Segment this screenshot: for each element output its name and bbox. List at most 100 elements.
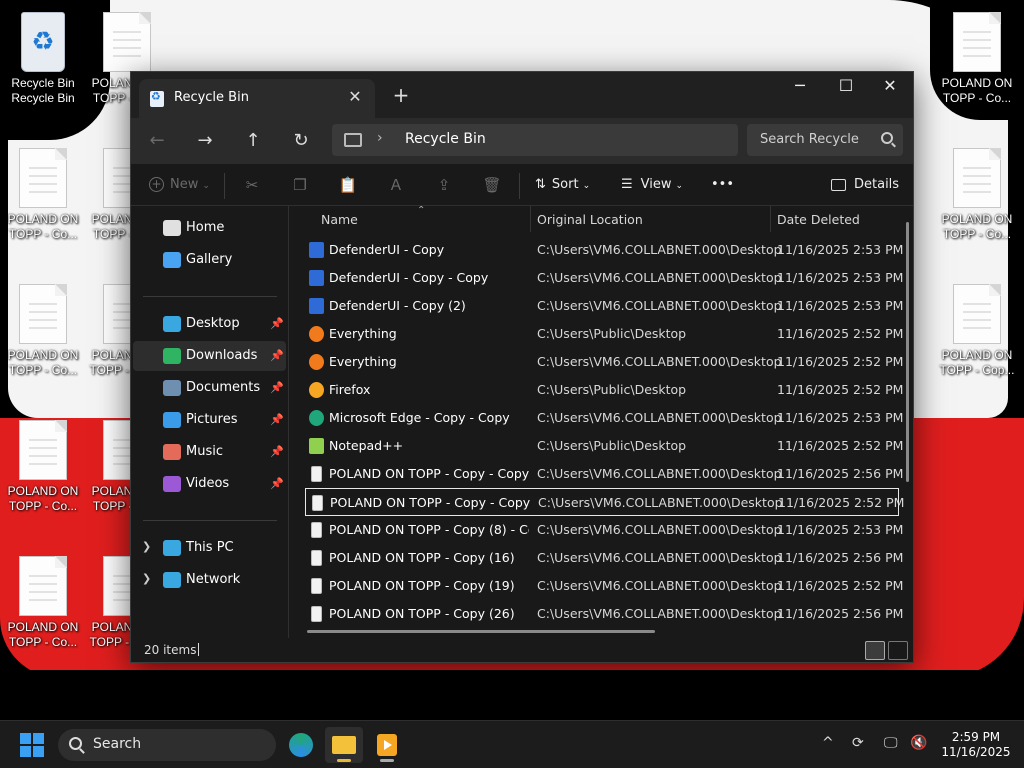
close-window-button[interactable]: ✕ [867,72,913,102]
table-row[interactable]: DefenderUI - Copy - Copy C:\Users\VM6.COL… [305,264,903,292]
date-deleted: 11/16/2025 2:52 PM [777,382,904,397]
clock[interactable]: 2:59 PM 11/16/2025 [936,730,1016,760]
show-hidden-icons-button[interactable]: ^ [822,735,834,751]
details-pane-button[interactable]: Details [831,171,899,199]
table-row[interactable]: Firefox C:\Users\Public\Desktop 11/16/2025… [305,376,903,404]
sidebar-item-documents[interactable]: Documents 📌 [133,373,286,403]
edge-icon [309,410,324,426]
sync-icon[interactable]: ⟳ [852,735,864,751]
sidebar-item-this-pc[interactable]: ❯ This PC [133,533,286,563]
chevron-right-icon[interactable]: ❯ [142,540,151,553]
file-name: POLAND ON TOPP - Copy (16) [329,550,515,565]
address-bar[interactable]: › Recycle Bin [332,124,738,156]
network-icon [163,572,181,588]
original-location: C:\Users\VM6.COLLABNET.000\Desktop [537,270,782,285]
sidebar-item-label: Videos [186,476,230,491]
table-row[interactable]: DefenderUI - Copy (2) C:\Users\VM6.COLLAB… [305,292,903,320]
desktop-file-icon[interactable]: POLAND ON TOPP - Co... [936,140,1018,250]
share-icon[interactable]: ⇪ [433,174,455,196]
sort-label: Sort [551,177,579,192]
new-button[interactable]: + New ⌄ [149,171,210,199]
date-deleted: 11/16/2025 2:56 PM [777,466,904,481]
new-tab-button[interactable]: + [388,84,414,108]
pin-icon: 📌 [270,349,284,362]
desktop-icon [163,316,181,332]
table-row[interactable]: Everything C:\Users\Public\Desktop 11/16/2… [305,320,903,348]
sidebar-item-gallery[interactable]: Gallery [133,245,286,275]
desktop-file-icon[interactable]: POLAND ON TOPP - Co... [2,140,84,250]
desktop-file-icon[interactable]: POLAND ON TOPP - Co... [2,412,84,522]
search-input[interactable]: Search Recycle Bin [747,124,903,156]
pictures-icon [163,412,181,428]
network-icon[interactable]: 🖵 [884,735,898,751]
table-row[interactable]: Microsoft Edge - Copy - Copy C:\Users\VM6… [305,404,903,432]
cut-icon[interactable]: ✂ [241,174,263,196]
tab-recycle-bin[interactable]: Recycle Bin ✕ [139,79,375,118]
pin-icon: 📌 [270,477,284,490]
table-row[interactable]: DefenderUI - Copy C:\Users\VM6.COLLABNET.… [305,236,903,264]
sidebar-item-home[interactable]: Home [133,213,286,243]
desktop-file-icon[interactable]: POLAND ON TOPP - Cop... [936,276,1018,386]
downloads-icon [163,348,181,364]
sidebar-item-label: Network [186,572,241,587]
paste-icon[interactable]: 📋 [337,174,359,196]
file-list: Name ⌃ Original Location Date Deleted De… [291,206,913,638]
edge-taskbar-icon[interactable] [282,727,320,763]
minimize-button[interactable]: ─ [777,72,823,102]
view-icon: ☰ [621,177,633,192]
pin-icon: 📌 [270,317,284,330]
chevron-right-icon: › [377,130,383,146]
sidebar-item-label: This PC [186,540,234,555]
vertical-scrollbar[interactable] [906,222,909,482]
more-options-button[interactable]: ••• [711,171,734,199]
refresh-button[interactable]: ↻ [285,126,317,156]
media-player-taskbar-icon[interactable] [368,727,406,763]
desktop-file-icon[interactable]: POLAND ON TOPP - Co... [936,4,1018,114]
column-header-date[interactable]: Date Deleted [777,212,860,227]
table-row[interactable]: POLAND ON TOPP - Copy (8) - Co... C:\User… [305,516,903,544]
rename-icon[interactable]: Ａ [385,174,407,196]
sidebar-item-videos[interactable]: Videos 📌 [133,469,286,499]
desktop-file-icon[interactable]: POLAND ON TOPP - Co... [2,548,84,658]
column-header-name[interactable]: Name [321,212,358,227]
details-view-button[interactable] [865,641,885,660]
file-explorer-taskbar-icon[interactable] [325,727,363,763]
original-location: C:\Users\VM6.COLLABNET.000\Desktop [537,410,782,425]
sidebar-item-music[interactable]: Music 📌 [133,437,286,467]
start-button[interactable] [20,733,44,757]
volume-muted-icon[interactable]: 🔇 [910,735,927,751]
breadcrumb-recycle-bin[interactable]: Recycle Bin [405,131,486,147]
table-row[interactable]: Notepad++ C:\Users\Public\Desktop 11/16/20… [305,432,903,460]
sidebar-item-network[interactable]: ❯ Network [133,565,286,595]
sidebar-item-downloads[interactable]: Downloads 📌 [133,341,286,371]
up-button[interactable]: ↑ [237,126,269,156]
original-location: C:\Users\VM6.COLLABNET.000\Desktop [537,578,782,593]
column-header-location[interactable]: Original Location [537,212,643,227]
desktop-file-icon[interactable]: POLAND ON TOPP - Co... [2,276,84,386]
document-icon [19,148,67,208]
sort-button[interactable]: ⇅ Sort ⌄ [535,171,590,199]
desktop-recycle-bin[interactable]: ♻ Recycle Bin Recycle Bin [2,4,84,114]
copy-icon[interactable]: ❐ [289,174,311,196]
forward-button[interactable]: → [189,126,221,156]
back-button[interactable]: ← [141,126,173,156]
chevron-right-icon[interactable]: ❯ [142,572,151,585]
sidebar-item-desktop[interactable]: Desktop 📌 [133,309,286,339]
pin-icon: 📌 [270,445,284,458]
close-tab-button[interactable]: ✕ [345,87,365,107]
table-row[interactable]: POLAND ON TOPP - Copy (19) C:\Users\VM6.C… [305,572,903,600]
table-row[interactable]: POLAND ON TOPP - Copy (26) C:\Users\VM6.C… [305,600,903,628]
view-button[interactable]: ☰ View ⌄ [621,171,683,199]
horizontal-scrollbar[interactable] [307,630,655,633]
tiles-view-button[interactable] [888,641,908,660]
search-icon [69,737,82,750]
table-row[interactable]: Everything C:\Users\VM6.COLLABNET.000\Des… [305,348,903,376]
original-location: C:\Users\Public\Desktop [537,382,687,397]
sidebar-item-pictures[interactable]: Pictures 📌 [133,405,286,435]
delete-icon[interactable]: 🗑 [481,174,503,196]
table-row[interactable]: POLAND ON TOPP - Copy - Copy (... C:\User… [305,488,904,516]
taskbar-search[interactable]: Search [58,729,276,761]
table-row[interactable]: POLAND ON TOPP - Copy (16) C:\Users\VM6.C… [305,544,903,572]
table-row[interactable]: POLAND ON TOPP - Copy - Copy (... C:\User… [305,460,903,488]
maximize-button[interactable]: ☐ [823,72,869,102]
